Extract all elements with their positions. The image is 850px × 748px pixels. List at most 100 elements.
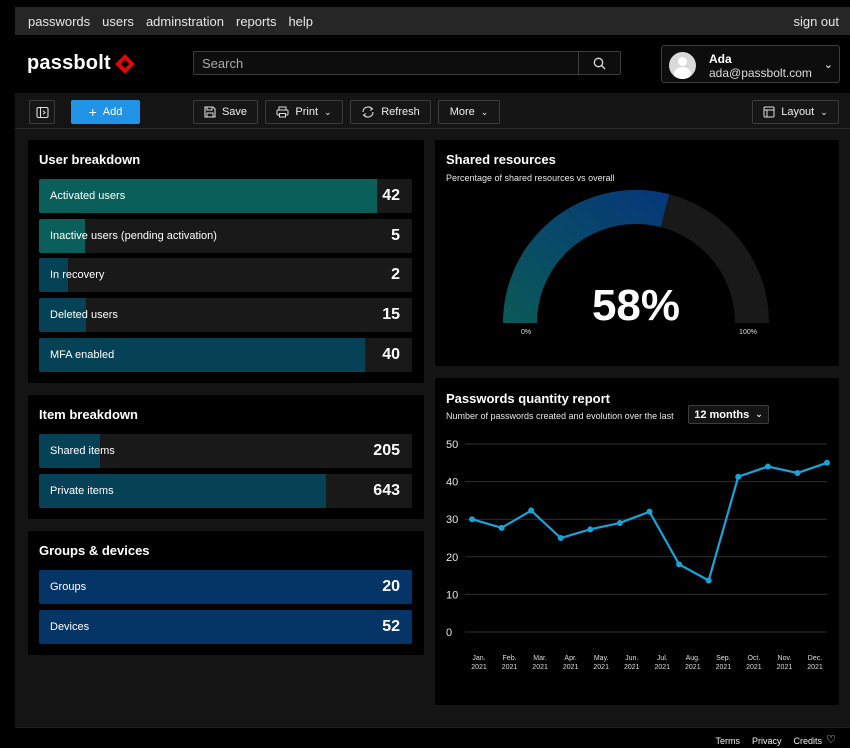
panel-title: Item breakdown (39, 407, 138, 422)
groups-devices-row: Devices 52 (39, 610, 412, 644)
data-point (469, 516, 475, 523)
data-point (676, 561, 683, 568)
toggle-sidebar-button[interactable] (29, 100, 55, 124)
data-point (794, 469, 801, 476)
groups-devices-fill (39, 570, 412, 604)
footer-link-terms[interactable]: Terms (715, 736, 740, 746)
item-breakdown-value: 205 (373, 442, 400, 459)
groups-devices-label: Groups (50, 581, 87, 593)
x-tick-label: Aug. 2021 (685, 655, 701, 671)
nav-link-users[interactable]: users (102, 14, 134, 29)
user-breakdown-label: Deleted users (50, 309, 118, 322)
user-breakdown-value: 2 (391, 266, 400, 284)
panel-title: Groups & devices (39, 543, 150, 558)
avatar (669, 52, 696, 79)
item-breakdown-panel: Item breakdown Shared items 205 Private it… (28, 395, 424, 519)
save-button[interactable]: Save (193, 100, 258, 124)
groups-devices-row: Groups 20 (39, 570, 412, 604)
series-line (471, 461, 828, 583)
search-icon (593, 57, 606, 69)
save-button-label: Save (221, 106, 248, 118)
y-tick-label: 0 (446, 627, 452, 639)
y-tick-label: 50 (446, 439, 458, 451)
data-point (498, 524, 505, 531)
nav-link-passwords[interactable]: passwords (28, 14, 90, 29)
chevron-down-icon: ⌄ (480, 106, 489, 117)
print-button[interactable]: Print ⌄ (265, 100, 343, 124)
user-breakdown-label: Activated users (50, 190, 126, 202)
save-icon (204, 106, 216, 118)
user-breakdown-value: 15 (382, 306, 400, 324)
data-point (616, 519, 623, 526)
x-tick-label: Oct. 2021 (746, 655, 762, 671)
logo-mark-icon (114, 53, 135, 74)
toolbar: + Add Save Print ⌄ Refresh More ⌄ Layout… (15, 93, 850, 129)
heart-icon[interactable]: ♡ (826, 733, 836, 746)
layout-button[interactable]: Layout ⌄ (752, 100, 839, 124)
y-tick-label: 20 (446, 552, 458, 564)
item-breakdown-row: Private items 643 (39, 474, 412, 508)
chevron-down-icon: ⌄ (823, 59, 833, 71)
user-breakdown-value: 5 (391, 226, 400, 244)
add-button[interactable]: + Add (71, 100, 140, 124)
print-button-label: Print (295, 106, 319, 118)
refresh-button-label: Refresh (381, 106, 420, 118)
more-button-label: More (449, 106, 475, 118)
user-email: ada@passbolt.com (709, 66, 812, 80)
nav-link-administration[interactable]: adminstration (146, 14, 224, 29)
user-breakdown-value: 40 (382, 345, 400, 363)
refresh-button[interactable]: Refresh (350, 100, 431, 124)
data-point (587, 526, 594, 533)
more-button[interactable]: More ⌄ (438, 100, 500, 124)
groups-devices-value: 52 (382, 618, 400, 635)
gauge-percent: 58% (592, 281, 680, 330)
passwords-line-chart: 0 10 20 30 40 50 Jan. 2021 Feb. 2021 Mar. 2021 Apr. 2… (446, 439, 830, 671)
groups-devices-fill (39, 610, 412, 644)
data-point (705, 577, 712, 584)
groups-devices-label: Devices (50, 621, 90, 633)
user-breakdown-row: Deleted users 15 (39, 298, 412, 333)
passwords-report-panel: Passwords quantity report Number of pass… (435, 378, 839, 705)
panel-title: User breakdown (39, 152, 141, 167)
logo-text: passbolt (27, 52, 111, 74)
data-point (824, 459, 830, 466)
refresh-icon (362, 106, 374, 118)
x-tick-label: Nov. 2021 (777, 655, 793, 671)
x-tick-label: Jan. 2021 (471, 655, 487, 671)
data-point (735, 473, 742, 480)
passbolt-logo[interactable]: passbolt (27, 52, 135, 75)
search-button[interactable] (578, 52, 620, 74)
sidebar-toggle-icon (35, 106, 49, 118)
search-input[interactable] (194, 52, 578, 74)
user-breakdown-label: MFA enabled (50, 348, 115, 361)
gauge-min-label: 0% (521, 329, 531, 336)
sign-out-link[interactable]: sign out (793, 14, 839, 29)
chevron-down-icon: ⌄ (820, 106, 828, 117)
nav-link-help[interactable]: help (288, 14, 313, 29)
item-breakdown-label: Shared items (50, 445, 115, 457)
user-breakdown-row: Activated users 42 (39, 179, 412, 213)
gauge-max-label: 100% (739, 329, 757, 336)
y-tick-label: 10 (446, 589, 458, 601)
user-breakdown-row: Inactive users (pending activation) 5 (39, 218, 412, 253)
x-tick-label: Sep. 2021 (716, 655, 732, 671)
data-point (646, 508, 653, 515)
nav-link-reports[interactable]: reports (236, 14, 276, 29)
footer-link-credits[interactable]: Credits (793, 736, 822, 746)
x-tick-label: Jul. 2021 (654, 655, 670, 671)
shared-resources-gauge: 58% 0% 100% (503, 190, 769, 336)
item-breakdown-label: Private items (50, 485, 114, 497)
user-breakdown-panel: User breakdown Activated users 42 Inactive… (28, 140, 424, 383)
user-breakdown-label: Inactive users (pending activation) (50, 229, 217, 242)
x-tick-label: Mar. 2021 (532, 655, 548, 671)
chevron-down-icon: ⌄ (324, 106, 332, 117)
footer-link-privacy[interactable]: Privacy (752, 736, 782, 746)
user-breakdown-row: In recovery 2 (39, 258, 412, 293)
x-tick-label: May. 2021 (593, 655, 609, 671)
plus-icon: + (88, 104, 97, 120)
top-nav-links: passwords users adminstration reports he… (28, 14, 313, 29)
user-menu[interactable]: Ada ada@passbolt.com ⌄ (661, 45, 840, 83)
user-breakdown-row: MFA enabled 40 (39, 337, 412, 372)
footer: Terms Privacy Credits ♡ (15, 727, 850, 748)
groups-devices-panel: Groups & devices Groups 20 Devices 52 (28, 531, 424, 655)
